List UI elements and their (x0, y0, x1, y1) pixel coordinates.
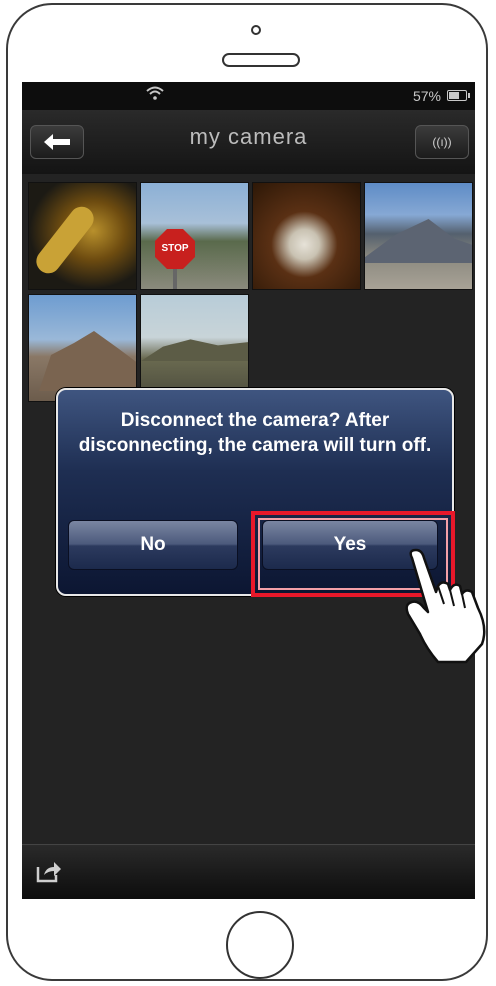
photo-thumbnail-record-player[interactable] (252, 182, 361, 290)
photo-thumbnail-rock[interactable] (28, 294, 137, 402)
dialog-message: Disconnect the camera? After disconnecti… (78, 410, 432, 456)
tap-hand-icon (402, 548, 494, 669)
page-title: my camera (189, 124, 308, 149)
phone-screen: 57% my camera ((ı)) STOP Disconnect the … (22, 82, 475, 899)
speaker-grille (222, 53, 300, 67)
wireless-connection-button[interactable]: ((ı)) (415, 125, 469, 159)
photo-thumbnail-saxophone[interactable] (28, 182, 137, 290)
photo-thumbnail-mountain[interactable] (364, 182, 473, 290)
battery-icon (447, 90, 470, 101)
bottom-toolbar (22, 844, 475, 899)
photo-thumbnail-stop-sign[interactable]: STOP (140, 182, 249, 290)
battery-percentage: 57% (412, 88, 441, 104)
wireless-icon: ((ı)) (432, 135, 452, 149)
nav-bar: my camera ((ı)) (22, 110, 475, 174)
no-button[interactable]: No (68, 520, 238, 570)
front-camera (251, 25, 261, 35)
home-button[interactable] (226, 911, 294, 979)
photo-thumbnail-hills[interactable] (140, 294, 249, 402)
status-bar: 57% (22, 82, 475, 110)
wifi-icon (146, 86, 164, 103)
share-icon[interactable] (36, 859, 62, 888)
